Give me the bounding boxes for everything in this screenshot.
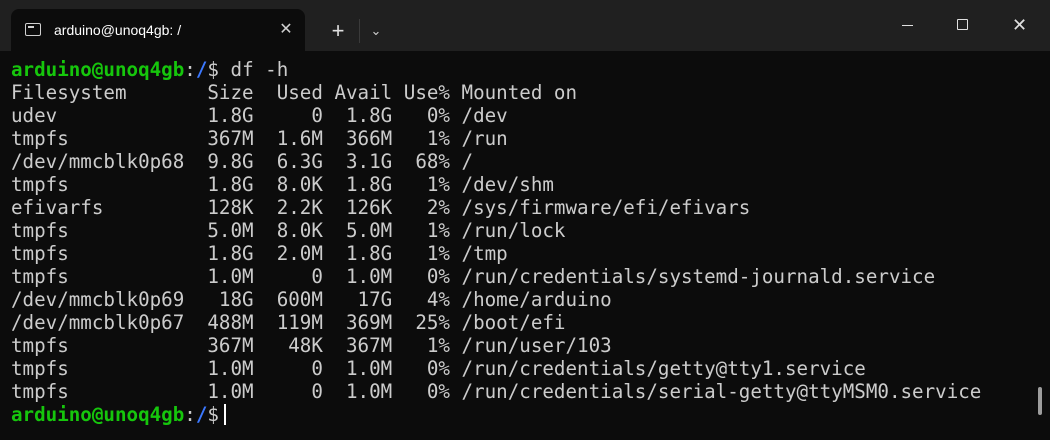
prompt-line: arduino@unoq4gb:/$ xyxy=(11,403,226,426)
df-row: tmpfs 1.0M 0 1.0M 0% /run/credentials/sy… xyxy=(11,265,936,288)
text-cursor xyxy=(223,404,226,425)
prompt-symbol: $ xyxy=(207,58,219,81)
df-row: tmpfs 5.0M 8.0K 5.0M 1% /run/lock xyxy=(11,219,566,242)
terminal-text: arduino@unoq4gb:/$ df -h Filesystem Size… xyxy=(11,58,981,426)
df-row: tmpfs 1.8G 8.0K 1.8G 1% /dev/shm xyxy=(11,173,554,196)
tab-title: arduino@unoq4gb: / xyxy=(54,22,182,38)
df-row: udev 1.8G 0 1.8G 0% /dev xyxy=(11,104,508,127)
df-row: efivarfs 128K 2.2K 126K 2% /sys/firmware… xyxy=(11,196,751,219)
prompt-user-host: arduino@unoq4gb xyxy=(11,403,185,426)
tab-divider xyxy=(359,19,360,43)
terminal-icon xyxy=(25,23,41,36)
df-row: tmpfs 1.8G 2.0M 1.8G 1% /tmp xyxy=(11,242,508,265)
prompt-line: arduino@unoq4gb:/$ df -h xyxy=(11,58,288,81)
tab-dropdown-chevron-icon[interactable]: ⌄ xyxy=(363,17,389,45)
terminal-output-area[interactable]: arduino@unoq4gb:/$ df -h Filesystem Size… xyxy=(0,51,1050,440)
prompt-path: / xyxy=(195,403,208,426)
prompt-symbol: $ xyxy=(207,403,219,426)
maximize-button[interactable] xyxy=(935,0,990,51)
df-row: tmpfs 367M 48K 367M 1% /run/user/103 xyxy=(11,334,612,357)
prompt-path: / xyxy=(195,58,208,81)
df-row: /dev/mmcblk0p68 9.8G 6.3G 3.1G 68% / xyxy=(11,150,474,173)
df-row: /dev/mmcblk0p67 488M 119M 369M 25% /boot… xyxy=(11,311,566,334)
minimize-button[interactable] xyxy=(880,0,935,51)
df-row: /dev/mmcblk0p69 18G 600M 17G 4% /home/ar… xyxy=(11,288,612,311)
prompt-user-host: arduino@unoq4gb xyxy=(11,58,185,81)
scrollbar-thumb[interactable] xyxy=(1038,387,1042,415)
prompt-colon: : xyxy=(184,403,196,426)
close-window-button[interactable]: ✕ xyxy=(992,0,1047,51)
df-row: tmpfs 1.0M 0 1.0M 0% /run/credentials/se… xyxy=(11,380,982,403)
df-row: tmpfs 1.0M 0 1.0M 0% /run/credentials/ge… xyxy=(11,357,866,380)
tab-close-icon[interactable]: ✕ xyxy=(273,17,299,43)
df-row: tmpfs 367M 1.6M 366M 1% /run xyxy=(11,127,508,150)
terminal-tab[interactable]: arduino@unoq4gb: / ✕ xyxy=(11,9,305,51)
new-tab-button[interactable]: + xyxy=(323,17,353,45)
prompt-colon: : xyxy=(184,58,196,81)
title-bar: arduino@unoq4gb: / ✕ + ⌄ ✕ xyxy=(0,0,1050,51)
df-header: Filesystem Size Used Avail Use% Mounted … xyxy=(11,81,578,104)
command-text: df -h xyxy=(230,58,289,81)
